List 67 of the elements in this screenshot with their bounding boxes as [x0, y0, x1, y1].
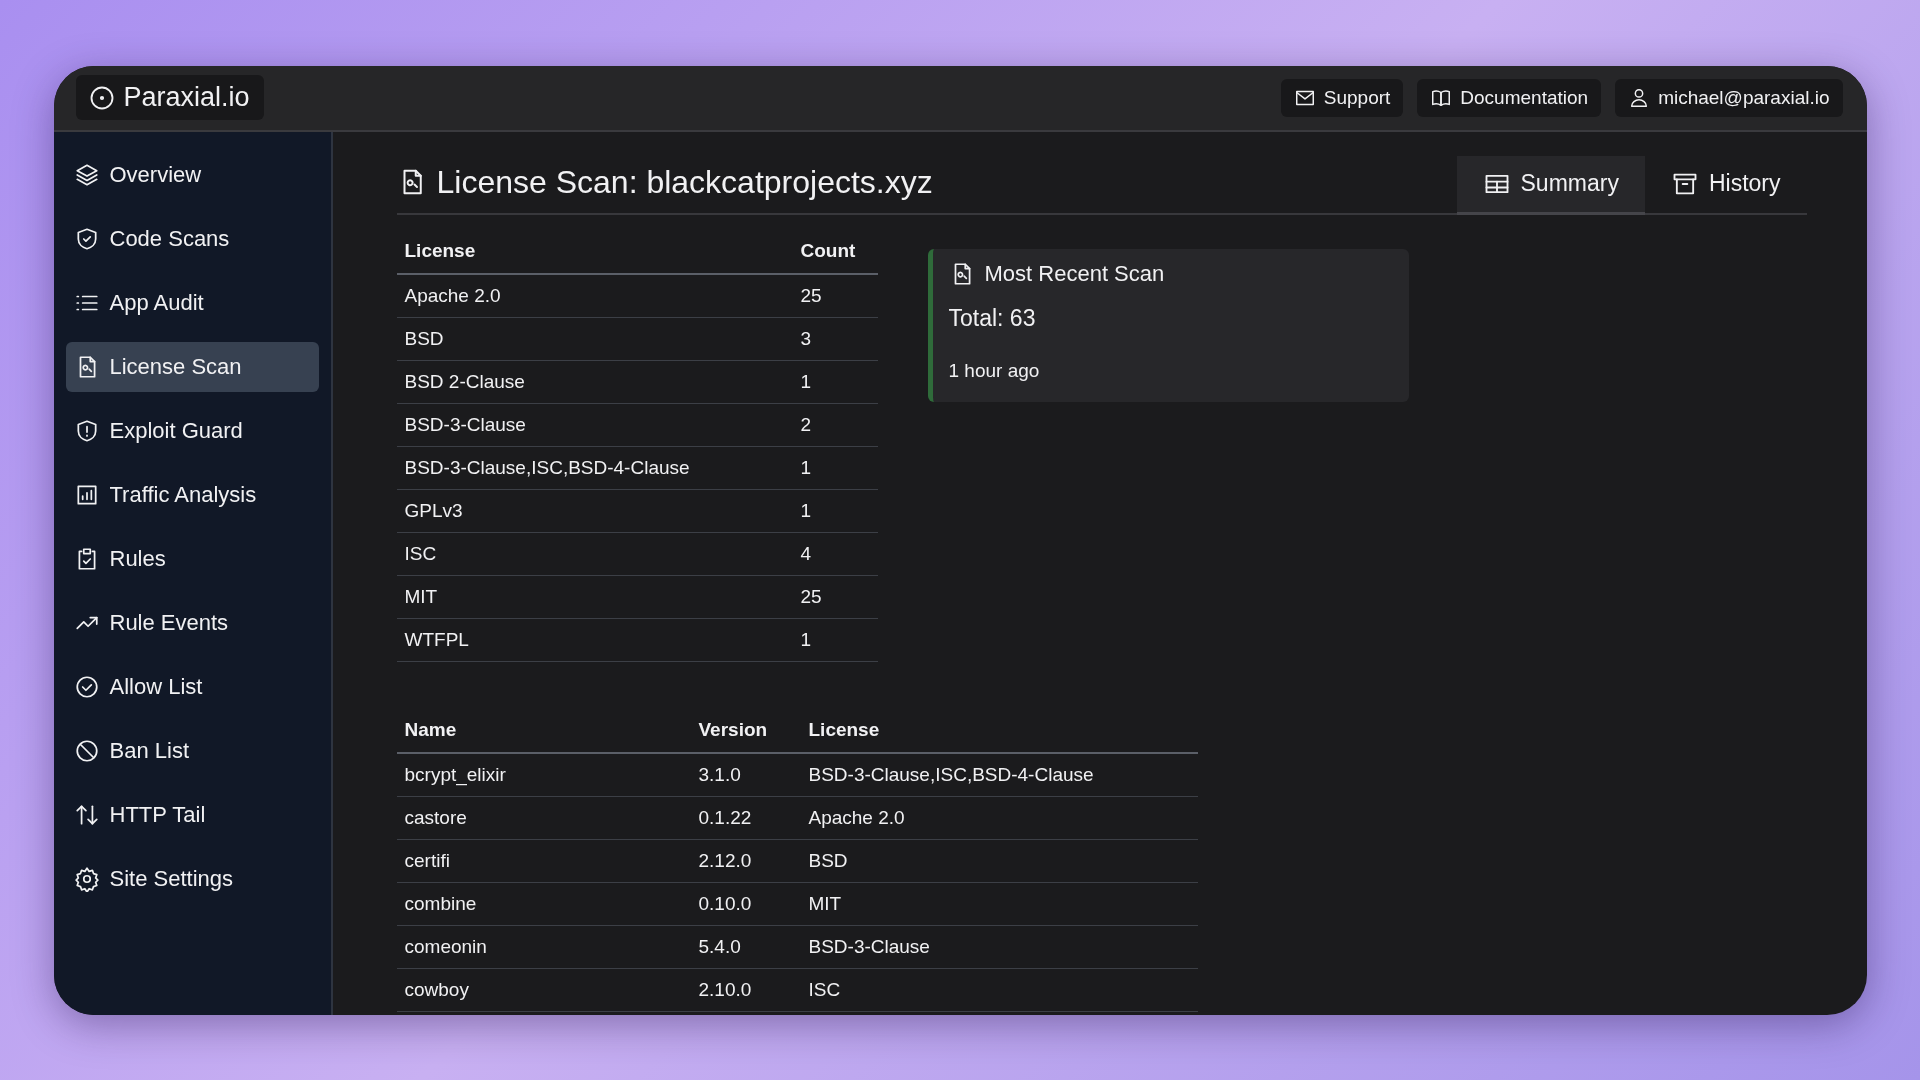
table-cell: comeonin — [396, 925, 691, 968]
settings-icon — [73, 865, 100, 892]
table-cell: 0.10.0 — [690, 882, 801, 925]
sidebar-item[interactable]: License Scan — [65, 341, 319, 392]
sidebar-item[interactable]: Code Scans — [65, 213, 319, 264]
sidebar-item[interactable]: Site Settings — [65, 853, 319, 904]
brand-logo[interactable]: Paraxial.io — [75, 75, 264, 120]
table-cell: 5.4.0 — [690, 925, 801, 968]
sidebar-item[interactable]: Exploit Guard — [65, 405, 319, 456]
table-cell: ISC — [800, 968, 1198, 1011]
table-cell: ISC — [396, 532, 793, 575]
table-cell: Apache 2.0 — [396, 273, 793, 317]
column-header: Count — [792, 228, 878, 274]
column-header: Name — [396, 707, 691, 753]
sidebar-item[interactable]: App Audit — [65, 277, 319, 328]
table-cell: combine — [396, 882, 691, 925]
table-cell: 1 — [792, 360, 878, 403]
table-cell: BSD-3-Clause — [396, 403, 793, 446]
column-header: License — [800, 707, 1198, 753]
sidebar-item[interactable]: Traffic Analysis — [65, 469, 319, 520]
table-cell: BSD-3-Clause,ISC,BSD-4-Clause — [800, 752, 1198, 796]
column-header: License — [396, 228, 793, 274]
table-cell: 2.12.0 — [690, 839, 801, 882]
total-count: Total: 63 — [948, 304, 1037, 332]
ban-icon — [73, 737, 100, 764]
table-cell: BSD-3-Clause,ISC,BSD-4-Clause — [396, 446, 793, 489]
table-cell: 3.1.0 — [690, 752, 801, 796]
table-cell: 25 — [792, 273, 878, 317]
sidebar-item[interactable]: HTTP Tail — [65, 789, 319, 840]
table-cell: MIT — [800, 882, 1198, 925]
table-cell: castore — [396, 796, 691, 839]
top-link[interactable]: Support — [1280, 78, 1404, 117]
table-cell: 2 — [792, 403, 878, 446]
table-cell: Apache 2.0 — [800, 796, 1198, 839]
sidebar-item[interactable]: Overview — [65, 149, 319, 200]
top-link[interactable]: michael@paraxial.io — [1615, 78, 1843, 117]
table-cell: GPLv3 — [396, 489, 793, 532]
tab[interactable]: Summary — [1456, 155, 1645, 215]
table-cell: BSD 2-Clause — [396, 360, 793, 403]
table-cell: 1 — [792, 489, 878, 532]
table-cell: 1 — [792, 446, 878, 489]
table-cell: 25 — [792, 575, 878, 618]
table-cell: cowboy — [396, 968, 691, 1011]
table-cell: 2.10.0 — [690, 968, 801, 1011]
table-cell: MIT — [396, 575, 793, 618]
table-cell: WTFPL — [396, 618, 793, 661]
sidebar-item[interactable]: Rule Events — [65, 597, 319, 648]
column-header: Version — [690, 707, 801, 753]
scan-time: 1 hour ago — [948, 359, 1041, 382]
check-circle-icon — [73, 673, 100, 700]
page-title: License Scan: blackcatprojects.xyz — [396, 163, 933, 201]
table-cell: certifi — [396, 839, 691, 882]
brand-name: Paraxial.io — [123, 82, 250, 113]
sidebar-item[interactable]: Ban List — [65, 725, 319, 776]
table-cell: BSD-3-Clause — [800, 925, 1198, 968]
card-title: Most Recent Scan — [948, 260, 1391, 287]
table-cell: 1 — [792, 618, 878, 661]
table-cell: bcrypt_elixir — [396, 752, 691, 796]
sidebar-item[interactable]: Allow List — [65, 661, 319, 712]
table-cell: 3 — [792, 317, 878, 360]
table-cell: 0.1.22 — [690, 796, 801, 839]
sidebar-item[interactable]: Rules — [65, 533, 319, 584]
top-link[interactable]: Documentation — [1417, 78, 1602, 117]
tab[interactable]: History — [1644, 155, 1807, 215]
table-cell: BSD — [800, 839, 1198, 882]
table-cell: 4 — [792, 532, 878, 575]
table-cell: BSD — [396, 317, 793, 360]
